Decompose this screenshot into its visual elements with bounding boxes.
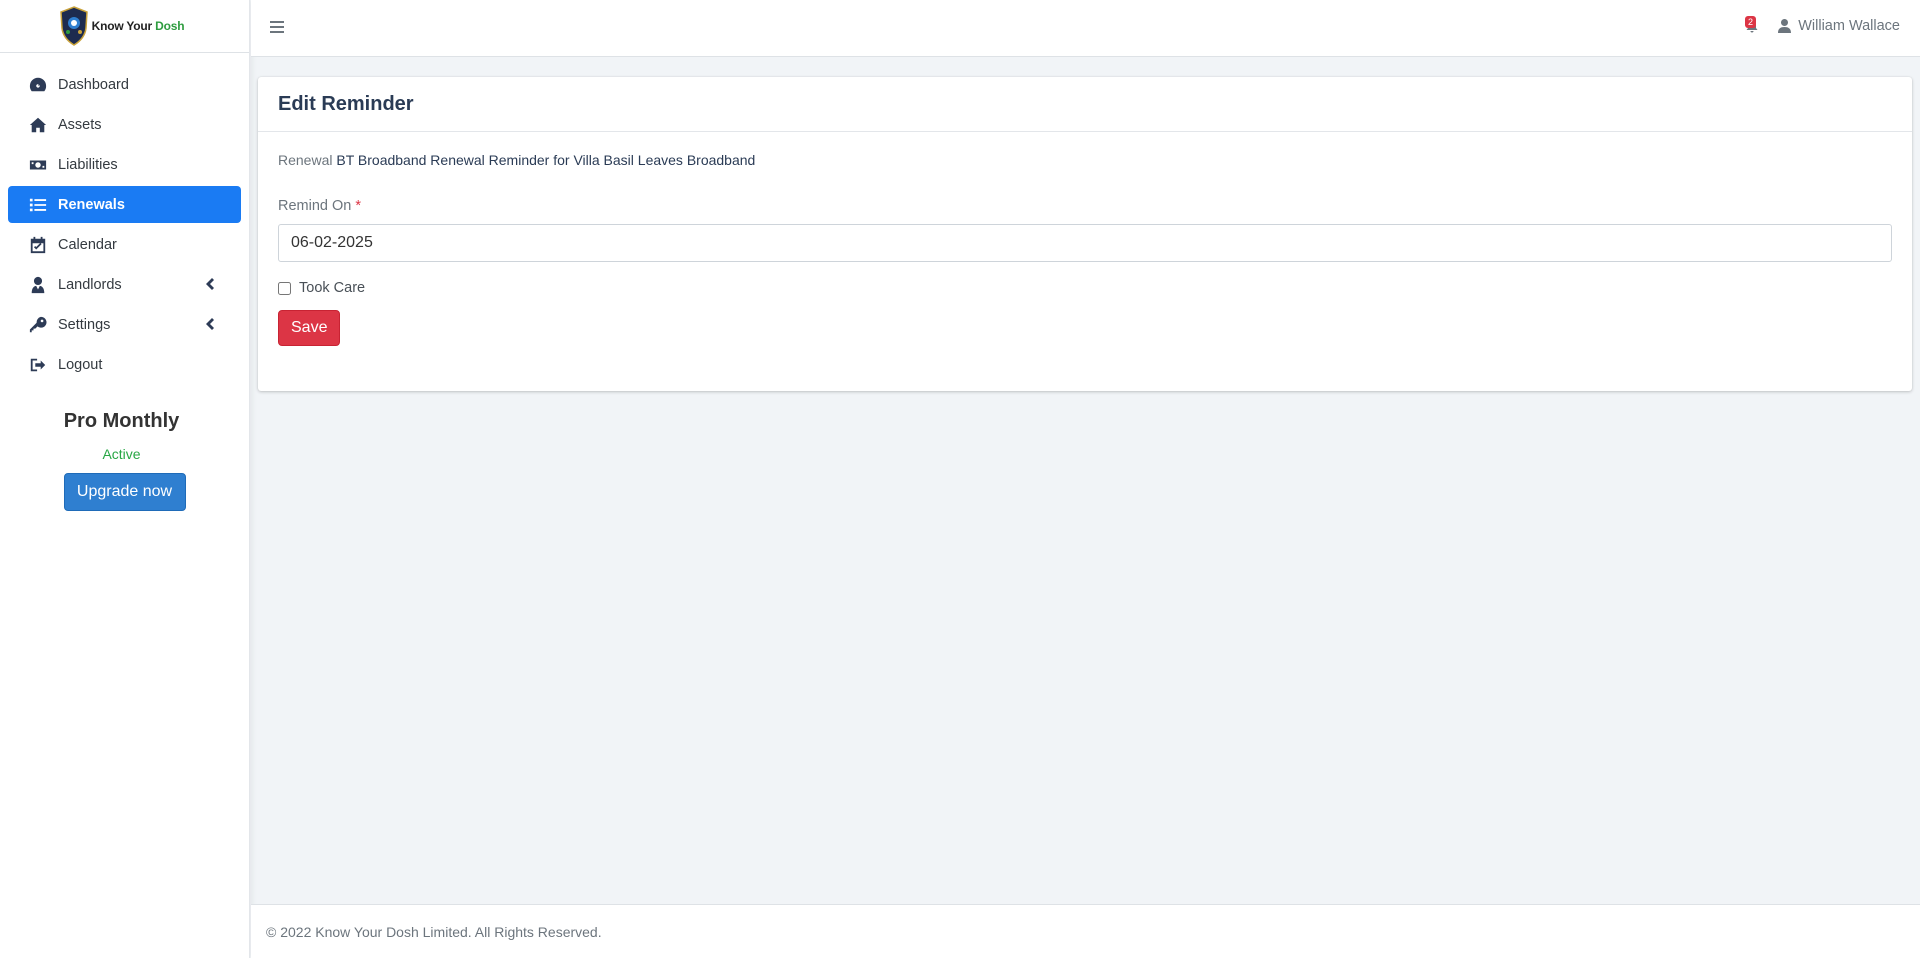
plan-name: Pro Monthly: [63, 410, 180, 432]
user-icon: [1778, 19, 1792, 33]
took-care-checkbox[interactable]: [278, 281, 291, 295]
remind-on-label: Remind On *: [278, 198, 362, 214]
card-header: Edit Reminder: [258, 77, 1912, 132]
calendar-check-icon: [28, 235, 47, 254]
save-button[interactable]: Save: [278, 310, 340, 346]
renewal-prefix: Renewal: [278, 152, 333, 168]
sidebar-item-label: Liabilities: [58, 156, 118, 173]
took-care-row[interactable]: Took Care: [278, 280, 1892, 296]
renewal-name: BT Broadband Renewal Reminder for Villa …: [336, 152, 756, 168]
plan-status: Active: [102, 446, 141, 462]
sidebar-item-landlords[interactable]: Landlords: [8, 266, 241, 303]
copyright-text: © 2022 Know Your Dosh Limited. All Right…: [266, 923, 602, 940]
sidebar-item-liabilities[interactable]: Liabilities: [8, 146, 241, 183]
key-icon: [28, 315, 47, 334]
sidebar-nav: Dashboard Assets Liabilities Renewals Ca…: [0, 66, 249, 383]
page-title: Edit Reminder: [278, 92, 414, 115]
sidebar-item-label: Settings: [58, 316, 111, 333]
sidebar-item-renewals[interactable]: Renewals: [8, 186, 241, 223]
sidebar-item-label: Calendar: [58, 236, 117, 253]
sidebar-item-assets[interactable]: Assets: [8, 106, 241, 143]
sidebar-item-settings[interactable]: Settings: [8, 306, 241, 343]
subscription-plan: Pro Monthly Active Upgrade now: [0, 410, 249, 511]
sidebar-item-label: Dashboard: [58, 76, 129, 93]
menu-toggle-icon[interactable]: [270, 21, 284, 33]
notification-count-badge: 2: [1744, 16, 1756, 28]
edit-reminder-card: Edit Reminder Renewal BT Broadband Renew…: [258, 77, 1912, 391]
footer: © 2022 Know Your Dosh Limited. All Right…: [251, 904, 1920, 958]
brand-logo-link[interactable]: Know Your Dosh: [0, 0, 249, 53]
edit-reminder-form: Renewal BT Broadband Renewal Reminder fo…: [258, 132, 1912, 346]
money-bill-icon: [28, 155, 47, 174]
tachometer-icon: [28, 75, 47, 94]
required-marker: *: [355, 198, 362, 214]
sidebar-item-dashboard[interactable]: Dashboard: [8, 66, 241, 103]
remind-on-date-input[interactable]: [278, 224, 1892, 262]
sign-out-icon: [28, 355, 47, 374]
list-icon: [28, 195, 47, 214]
user-menu[interactable]: William Wallace: [1778, 18, 1900, 34]
sidebar-item-calendar[interactable]: Calendar: [8, 226, 241, 263]
top-navbar: 2 William Wallace: [251, 0, 1920, 57]
sidebar-item-label: Renewals: [58, 196, 125, 213]
user-tie-icon: [28, 275, 47, 294]
renewal-info: Renewal BT Broadband Renewal Reminder fo…: [278, 152, 1892, 168]
shield-logo-icon: [59, 6, 88, 46]
home-icon: [28, 115, 47, 134]
sidebar-item-label: Assets: [58, 116, 102, 133]
brand-name: Know Your Dosh: [91, 19, 185, 33]
sidebar-item-logout[interactable]: Logout: [8, 346, 241, 383]
sidebar: Know Your Dosh Dashboard Assets Liabilit…: [0, 0, 250, 958]
sidebar-item-label: Logout: [58, 356, 103, 373]
chevron-left-icon: [205, 278, 215, 290]
upgrade-now-button[interactable]: Upgrade now: [63, 473, 186, 511]
took-care-label: Took Care: [299, 280, 366, 296]
chevron-left-icon: [205, 318, 215, 330]
user-name: William Wallace: [1798, 18, 1900, 34]
sidebar-item-label: Landlords: [58, 276, 122, 293]
